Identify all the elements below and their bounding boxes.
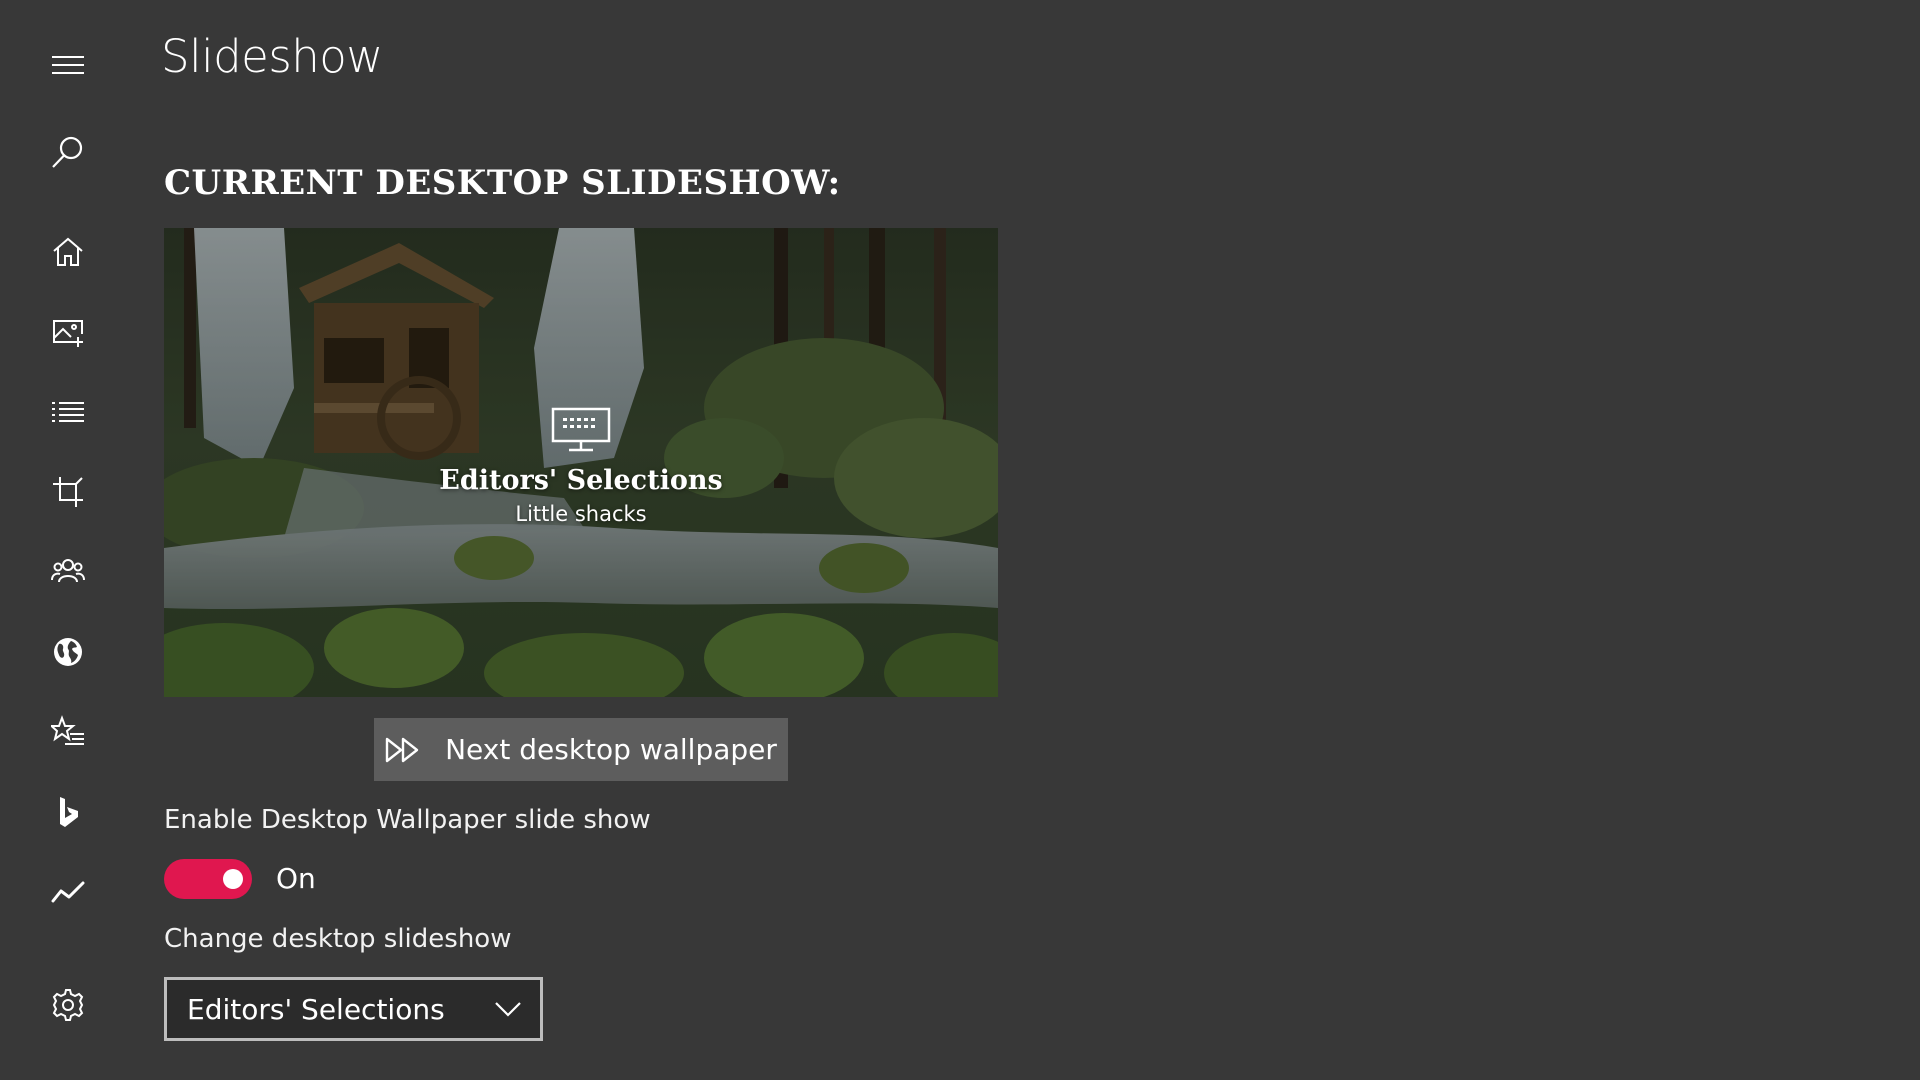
page-title: Slideshow [161,30,383,83]
slideshow-select-value: Editors' Selections [187,992,445,1026]
people-icon [51,559,85,583]
search-icon [52,136,83,168]
section-heading: CURRENT DESKTOP SLIDESHOW: [164,163,841,203]
home-icon [53,237,83,266]
nav-item-people[interactable] [40,543,96,599]
gear-icon [52,989,84,1021]
nav-item-home[interactable] [40,224,96,280]
nav-item-crop[interactable] [40,464,96,520]
enable-slideshow-toggle[interactable] [164,859,252,899]
wallpaper-name: Little shacks [515,502,647,526]
enable-slideshow-label: Enable Desktop Wallpaper slide show [164,805,651,835]
image-add-icon [53,320,83,347]
nav-item-bing[interactable] [40,784,96,840]
slideshow-collection-name: Editors' Selections [439,465,723,496]
chevron-down-icon [495,1002,521,1017]
desktop-monitor-icon [551,407,611,453]
search-button[interactable] [40,124,96,180]
hamburger-menu-icon [52,56,84,74]
nav-item-favorites[interactable] [40,704,96,760]
toggle-knob [223,869,243,889]
navigation-rail [0,0,136,1080]
slideshow-select[interactable]: Editors' Selections [164,977,543,1041]
nav-item-list[interactable] [40,384,96,440]
settings-button[interactable] [40,977,96,1033]
preview-caption: Editors' Selections Little shacks [164,228,998,697]
next-wallpaper-button[interactable]: Next desktop wallpaper [374,718,788,781]
current-slideshow-preview: Editors' Selections Little shacks [164,228,998,697]
bing-logo-icon [60,797,78,827]
trend-chart-icon [51,881,85,903]
nav-item-images[interactable] [40,304,96,360]
globe-icon [54,638,82,666]
fast-forward-icon [385,737,419,762]
change-slideshow-label: Change desktop slideshow [164,924,512,954]
next-wallpaper-label: Next desktop wallpaper [445,733,777,766]
list-icon [52,402,84,422]
nav-item-world[interactable] [40,624,96,680]
toggle-state-label: On [276,862,316,895]
star-list-icon [51,715,84,745]
nav-item-trends[interactable] [40,863,96,919]
crop-icon [53,477,83,507]
hamburger-menu-button[interactable] [40,37,96,93]
